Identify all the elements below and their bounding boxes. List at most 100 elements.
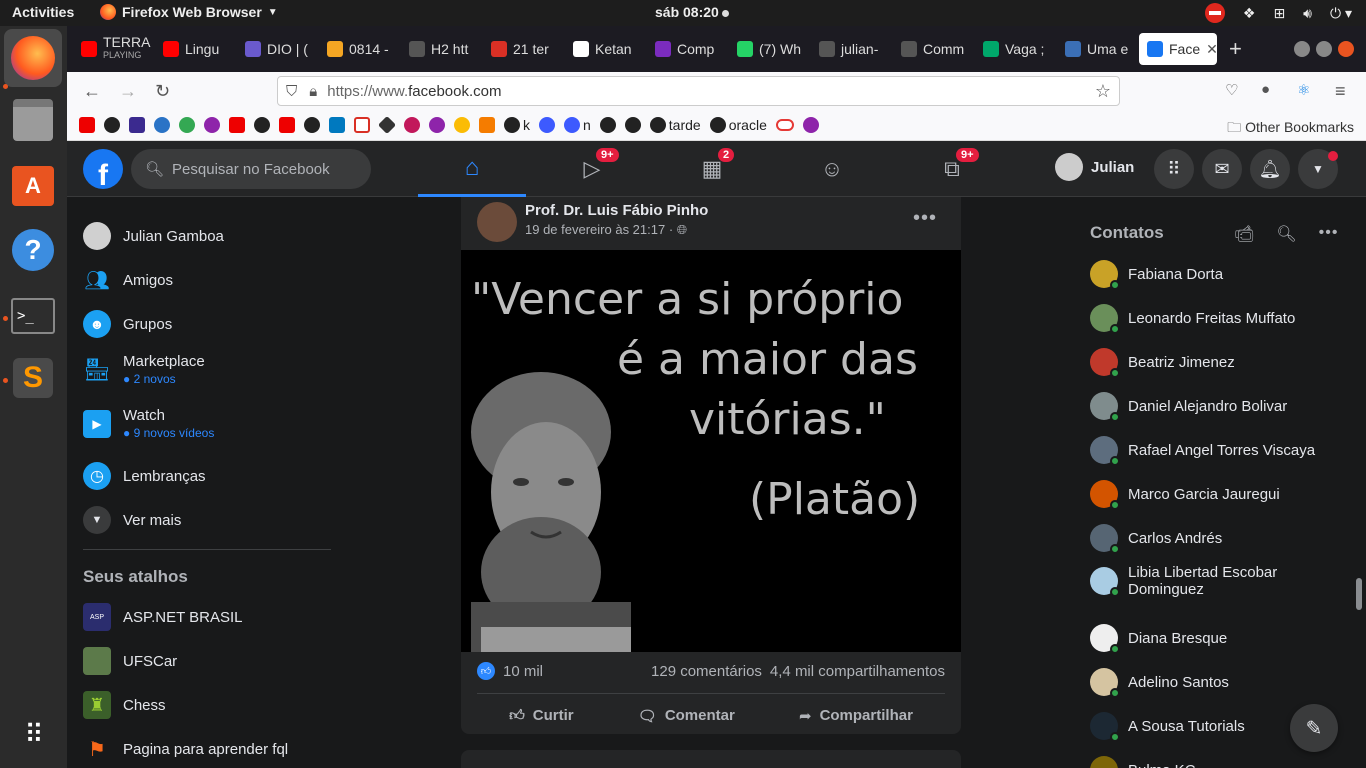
menu-button[interactable]: ⠿	[1154, 149, 1194, 189]
browser-tab[interactable]: Ketan	[565, 33, 647, 65]
tab-groups[interactable]: ☺	[778, 141, 886, 197]
maximize-button[interactable]	[1316, 41, 1332, 57]
contact-item[interactable]: Diana Bresque	[1090, 624, 1330, 654]
browser-tab[interactable]: H2 htt	[401, 33, 483, 65]
play-icon[interactable]	[154, 117, 170, 133]
bookmark-tarde[interactable]: tarde	[649, 117, 701, 133]
post-timestamp[interactable]: 19 de fevereiro às 21:17 · 🌐︎	[525, 222, 708, 238]
profile-button[interactable]: Julian	[1055, 153, 1134, 181]
volume-icon[interactable]: 🔊︎	[1303, 5, 1312, 22]
search-icon[interactable]: 🔍︎	[1276, 224, 1296, 244]
power-icon[interactable]: ⏻ ▾	[1330, 5, 1352, 22]
app-menu[interactable]: Firefox Web Browser ▼	[100, 4, 278, 20]
account-button[interactable]: ▼	[1298, 149, 1338, 189]
like-button[interactable]: 👍︎ Curtir	[509, 707, 574, 725]
facebook-logo[interactable]: f	[83, 149, 123, 189]
browser-tab[interactable]: julian-	[811, 33, 893, 65]
browser-tab[interactable]: Face ✕	[1139, 33, 1217, 65]
browser-tab[interactable]: DIO | (	[237, 33, 319, 65]
forward-button[interactable]: →	[119, 81, 137, 102]
tab-watch[interactable]: ▷ 9+	[538, 141, 646, 197]
sidebar-item-groups[interactable]: ☻ Grupos	[83, 310, 172, 338]
minimize-button[interactable]	[1294, 41, 1310, 57]
github-icon[interactable]	[624, 117, 641, 133]
reload-button[interactable]: ↻	[155, 81, 170, 102]
post-image[interactable]: "Vencer a si próprio é a maior das vitór…	[461, 250, 961, 652]
activities-button[interactable]: Activities	[12, 4, 74, 20]
github-icon[interactable]	[599, 117, 616, 133]
new-message-button[interactable]: ✎	[1290, 704, 1338, 752]
likes-count[interactable]: 10 mil	[503, 663, 543, 680]
network-icon[interactable]: ⊞	[1273, 5, 1285, 22]
bookmark-icon[interactable]	[802, 117, 819, 133]
sidebar-item-watch[interactable]: ▶ Watch ● 9 novos vídeos	[83, 407, 214, 440]
shortcut-chess[interactable]: ♜ Chess	[83, 691, 166, 719]
dock-files[interactable]	[9, 96, 57, 144]
lock-icon[interactable]: 🔒︎	[309, 83, 317, 100]
blocked-icon[interactable]	[1204, 3, 1225, 23]
post-author[interactable]: Prof. Dr. Luis Fábio Pinho	[525, 202, 708, 219]
contact-item[interactable]: Marco Garcia Jauregui	[1090, 480, 1330, 510]
video-call-icon[interactable]: 📹︎	[1234, 224, 1254, 244]
github-icon[interactable]	[304, 117, 320, 133]
bookmark-icon[interactable]	[429, 117, 445, 133]
new-tab-button[interactable]: +	[1229, 36, 1242, 62]
dropbox-icon[interactable]: ❖	[1243, 5, 1256, 22]
contact-item[interactable]: Rafael Angel Torres Viscaya	[1090, 436, 1330, 466]
contact-item[interactable]: Leonardo Freitas Muffato	[1090, 304, 1330, 334]
tab-gaming[interactable]: ⧉ 9+	[898, 141, 1006, 197]
bookmark-oracle[interactable]: oracle	[709, 117, 767, 133]
bookmark-icon[interactable]	[479, 117, 495, 133]
shares-count[interactable]: 4,4 mil compartilhamentos	[770, 663, 945, 680]
dock-software[interactable]: A	[9, 162, 57, 210]
comment-button[interactable]: 🗨︎ Comentar	[638, 707, 735, 725]
browser-tab[interactable]: Comm	[893, 33, 975, 65]
contact-item[interactable]: Beatriz Jimenez	[1090, 348, 1330, 378]
bookmark-n[interactable]: n	[564, 117, 591, 133]
contact-item[interactable]: Daniel Alejandro Bolivar	[1090, 392, 1330, 422]
pocket-icon[interactable]: ♡	[1225, 81, 1238, 99]
show-apps-button[interactable]: ⠿	[9, 710, 57, 758]
clock[interactable]: sáb 08:20	[655, 4, 729, 20]
comments-count[interactable]: 129 comentários	[651, 663, 762, 680]
github-icon[interactable]	[104, 117, 120, 133]
bookmark-icon[interactable]	[454, 117, 470, 133]
bookmark-star-icon[interactable]: ☆	[1095, 81, 1111, 102]
close-tab-icon[interactable]: ✕	[1206, 41, 1217, 58]
shortcut-aspnet[interactable]: ASP ASP.NET BRASIL	[83, 603, 243, 631]
shortcut-ufscar[interactable]: UFSCar	[83, 647, 177, 675]
browser-tab[interactable]: (7) Wh	[729, 33, 811, 65]
youtube-icon[interactable]	[229, 117, 245, 133]
back-button[interactable]: ←	[83, 81, 101, 102]
sidebar-item-marketplace[interactable]: 🏪︎ Marketplace ● 2 novos	[83, 353, 205, 386]
extension-icon[interactable]: ●	[1261, 81, 1270, 98]
search-input[interactable]: 🔍︎ Pesquisar no Facebook	[131, 149, 371, 189]
scrollbar[interactable]	[1356, 578, 1362, 610]
share-button[interactable]: ➦ Compartilhar	[799, 707, 913, 725]
notifications-button[interactable]: 🔔︎	[1250, 149, 1290, 189]
shortcut-fql[interactable]: ⚑ Pagina para aprender fql	[83, 735, 288, 763]
menu-icon[interactable]: ≡	[1335, 81, 1346, 102]
more-options-icon[interactable]: •••	[913, 207, 937, 230]
contact-item[interactable]: Bulma KC	[1090, 756, 1330, 768]
close-window-button[interactable]	[1338, 41, 1354, 57]
browser-tab[interactable]: 0814 -	[319, 33, 401, 65]
dock-terminal[interactable]: >_	[9, 292, 57, 340]
bookmark-icon[interactable]	[129, 117, 145, 133]
sidebar-item-see-more[interactable]: ▼ Ver mais	[83, 506, 181, 534]
contact-item[interactable]: Fabiana Dorta	[1090, 260, 1330, 290]
browser-tab[interactable]: Uma e	[1057, 33, 1139, 65]
avatar[interactable]	[477, 202, 517, 242]
contact-item[interactable]: Libia Libertad Escobar Dominguez	[1090, 564, 1330, 598]
bookmark-k[interactable]: k	[504, 117, 530, 133]
browser-tab[interactable]: Lingu	[155, 33, 237, 65]
more-options-icon[interactable]: •••	[1319, 224, 1339, 244]
github-icon[interactable]	[254, 117, 270, 133]
system-tray[interactable]: ❖ ⊞ 🔊︎ ⏻ ▾	[1204, 3, 1352, 23]
browser-tab[interactable]: TERRA PLAYING	[73, 33, 155, 65]
oracle-icon[interactable]	[775, 119, 794, 131]
bookmark-icon[interactable]	[539, 117, 555, 133]
bookmark-icon[interactable]	[204, 117, 220, 133]
bookmark-icon[interactable]	[179, 117, 195, 133]
sidebar-item-profile[interactable]: Julian Gamboa	[83, 222, 224, 250]
